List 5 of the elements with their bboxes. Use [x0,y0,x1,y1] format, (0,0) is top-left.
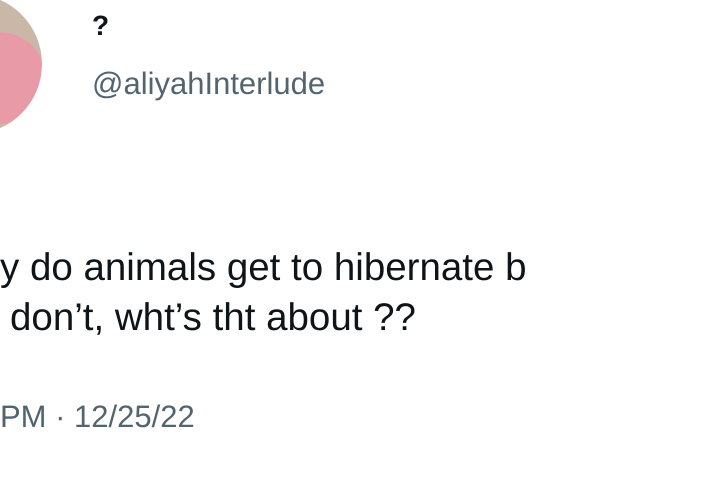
author-handle: @aliyahInterlude [92,66,326,102]
tweet-text-line: don’t, wht’s tht about ?? [10,296,416,339]
timestamp: PM · 12/25/22 [0,399,195,434]
author-name: ? [92,10,110,42]
tweet-text-line: y do animals get to hibernate b [0,246,526,289]
